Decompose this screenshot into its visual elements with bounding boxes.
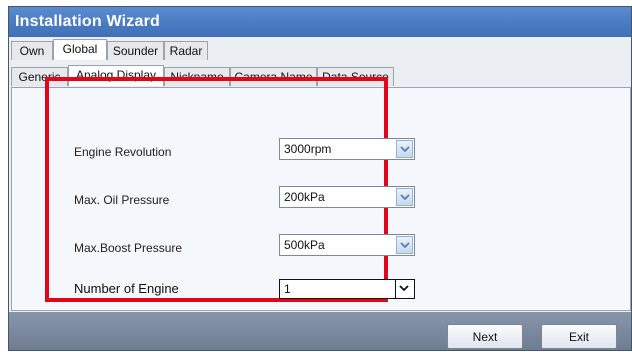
tab-own[interactable]: Own bbox=[11, 41, 53, 60]
chevron-down-icon bbox=[400, 242, 410, 249]
max-oil-pressure-value: 200kPa bbox=[284, 190, 325, 204]
max-oil-pressure-dropdown-button[interactable] bbox=[396, 188, 413, 206]
tab-sounder[interactable]: Sounder bbox=[107, 41, 164, 60]
tab-radar[interactable]: Radar bbox=[164, 41, 208, 60]
max-boost-pressure-value: 500kPa bbox=[284, 238, 325, 252]
engine-revolution-value: 3000rpm bbox=[284, 142, 332, 156]
number-of-engine-select[interactable]: 1 bbox=[279, 279, 415, 299]
title-bar: Installation Wizard bbox=[9, 7, 631, 37]
number-of-engine-dropdown-button[interactable] bbox=[395, 280, 413, 298]
exit-button[interactable]: Exit bbox=[541, 324, 617, 349]
bottom-bar: Next Exit bbox=[9, 312, 631, 350]
max-boost-pressure-select[interactable]: 500kPa bbox=[279, 234, 415, 256]
max-boost-pressure-dropdown-button[interactable] bbox=[396, 236, 413, 254]
max-boost-pressure-label: Max.Boost Pressure bbox=[74, 241, 183, 255]
engine-revolution-dropdown-button[interactable] bbox=[396, 140, 413, 158]
number-of-engine-value: 1 bbox=[284, 282, 291, 296]
highlight-box: Engine Revolution 3000rpm Max. Oil Press… bbox=[45, 77, 415, 302]
engine-revolution-select[interactable]: 3000rpm bbox=[279, 138, 415, 160]
max-oil-pressure-select[interactable]: 200kPa bbox=[279, 186, 415, 208]
tab-global[interactable]: Global bbox=[53, 39, 107, 60]
engine-revolution-label: Engine Revolution bbox=[74, 145, 172, 159]
number-of-engine-label: Number of Engine bbox=[74, 281, 179, 296]
chevron-down-icon bbox=[400, 146, 410, 153]
window-title: Installation Wizard bbox=[15, 13, 161, 30]
chevron-down-icon bbox=[399, 285, 409, 292]
next-button[interactable]: Next bbox=[447, 324, 523, 349]
max-oil-pressure-label: Max. Oil Pressure bbox=[74, 193, 170, 207]
chevron-down-icon bbox=[400, 194, 410, 201]
